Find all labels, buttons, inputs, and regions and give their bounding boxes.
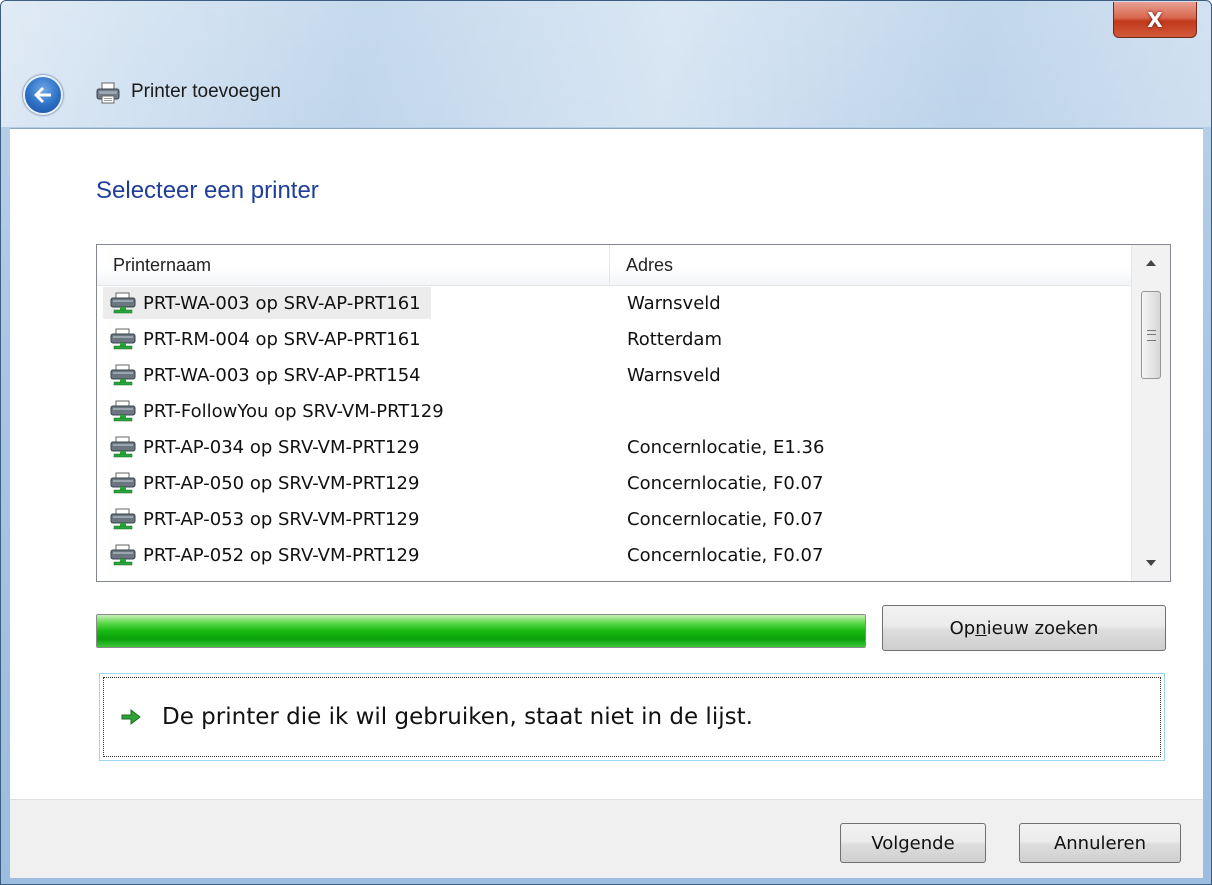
scroll-down-icon bbox=[1146, 560, 1156, 566]
table-row[interactable]: PRT-AP-052 op SRV-VM-PRT129 Concernlocati… bbox=[97, 537, 1131, 573]
printer-address-cell: Warnsveld bbox=[627, 287, 721, 319]
network-printer-icon bbox=[110, 292, 136, 314]
progress-fill bbox=[97, 615, 865, 647]
rescan-button[interactable]: Op n ieuw zoeken bbox=[882, 605, 1166, 651]
printer-address-cell: Concernlocatie, F0.07 bbox=[627, 503, 823, 535]
printer-not-listed-text: De printer die ik wil gebruiken, staat n… bbox=[162, 704, 753, 730]
back-button[interactable] bbox=[23, 75, 63, 115]
printer-name-cell: PRT-RM-004 op SRV-AP-PRT161 bbox=[103, 323, 431, 355]
vertical-scrollbar[interactable] bbox=[1131, 245, 1170, 581]
printer-name-cell: PRT-AP-053 op SRV-VM-PRT129 bbox=[103, 503, 429, 535]
printer-address: Concernlocatie, F0.07 bbox=[627, 508, 824, 530]
table-row[interactable]: PRT-WA-003 op SRV-AP-PRT154 Warnsveld bbox=[97, 357, 1131, 393]
printer-address: Concernlocatie, E1.36 bbox=[627, 436, 825, 458]
network-printer-icon bbox=[110, 544, 136, 566]
focus-rect: De printer die ik wil gebruiken, staat n… bbox=[103, 677, 1161, 757]
printer-name: PRT-AP-052 op SRV-VM-PRT129 bbox=[143, 544, 420, 566]
scroll-up-icon bbox=[1146, 260, 1156, 266]
list-rows: PRT-WA-003 op SRV-AP-PRT161 Warnsveld PRT-… bbox=[97, 285, 1131, 573]
printer-address: Concernlocatie, F0.07 bbox=[627, 472, 824, 494]
green-arrow-icon bbox=[121, 708, 141, 726]
printer-name: PRT-RM-004 op SRV-AP-PRT161 bbox=[143, 328, 421, 350]
printer-icon bbox=[96, 82, 120, 104]
table-row[interactable]: PRT-AP-034 op SRV-VM-PRT129 Concernlocati… bbox=[97, 429, 1131, 465]
printer-name: PRT-AP-050 op SRV-VM-PRT129 bbox=[143, 472, 420, 494]
printer-address: Rotterdam bbox=[627, 328, 722, 350]
printer-address-cell: Warnsveld bbox=[627, 359, 721, 391]
printer-address: Concernlocatie, F0.07 bbox=[627, 544, 824, 566]
printer-address-cell: Concernlocatie, E1.36 bbox=[627, 431, 824, 463]
printer-list[interactable]: Printernaam Adres PRT-WA-003 op SRV-AP-P… bbox=[96, 244, 1171, 582]
column-header-printername[interactable]: Printernaam bbox=[97, 245, 610, 285]
printer-name: PRT-WA-003 op SRV-AP-PRT154 bbox=[143, 364, 421, 386]
printer-name: PRT-WA-003 op SRV-AP-PRT161 bbox=[143, 292, 421, 314]
close-button[interactable]: X bbox=[1113, 2, 1197, 38]
close-icon: X bbox=[1147, 7, 1163, 32]
table-row[interactable]: PRT-AP-053 op SRV-VM-PRT129 Concernlocati… bbox=[97, 501, 1131, 537]
printer-name: PRT-AP-034 op SRV-VM-PRT129 bbox=[143, 436, 420, 458]
page-title: Selecteer een printer bbox=[96, 177, 319, 204]
printer-address-cell: Rotterdam bbox=[627, 323, 722, 355]
printer-not-listed-link[interactable]: De printer die ik wil gebruiken, staat n… bbox=[99, 673, 1165, 761]
rescan-label-post: ieuw zoeken bbox=[986, 617, 1099, 639]
window-frame: X Printer toevoegen Selecteer een printe… bbox=[0, 0, 1212, 885]
rescan-label-pre: Op bbox=[949, 617, 976, 639]
search-progress-bar bbox=[96, 614, 866, 648]
scroll-down-button[interactable] bbox=[1132, 545, 1170, 581]
wizard-content: Selecteer een printer Printernaam Adres … bbox=[10, 128, 1203, 799]
printer-address: Warnsveld bbox=[627, 364, 721, 386]
network-printer-icon bbox=[110, 508, 136, 530]
table-row[interactable]: PRT-RM-004 op SRV-AP-PRT161 Rotterdam bbox=[97, 321, 1131, 357]
network-printer-icon bbox=[110, 328, 136, 350]
printer-name-cell: PRT-AP-052 op SRV-VM-PRT129 bbox=[103, 539, 429, 571]
scroll-up-button[interactable] bbox=[1132, 245, 1170, 281]
printer-name-cell: PRT-WA-003 op SRV-AP-PRT161 bbox=[103, 287, 431, 319]
scrollbar-thumb[interactable] bbox=[1141, 291, 1161, 379]
cancel-button[interactable]: Annuleren bbox=[1019, 823, 1181, 863]
printer-address-cell: Concernlocatie, F0.07 bbox=[627, 467, 823, 499]
wizard-footer: Volgende Annuleren bbox=[10, 799, 1203, 878]
column-header-address[interactable]: Adres bbox=[610, 245, 1131, 285]
printer-name-cell: PRT-FollowYou op SRV-VM-PRT129 bbox=[103, 395, 454, 427]
window-title: Printer toevoegen bbox=[131, 81, 281, 102]
network-printer-icon bbox=[110, 400, 136, 422]
list-header: Printernaam Adres bbox=[97, 245, 1131, 286]
rescan-label-accel: n bbox=[975, 617, 987, 639]
network-printer-icon bbox=[110, 472, 136, 494]
next-button[interactable]: Volgende bbox=[840, 823, 986, 863]
printer-address: Warnsveld bbox=[627, 292, 721, 314]
table-row[interactable]: PRT-FollowYou op SRV-VM-PRT129 bbox=[97, 393, 1131, 429]
printer-name-cell: PRT-AP-050 op SRV-VM-PRT129 bbox=[103, 467, 429, 499]
network-printer-icon bbox=[110, 364, 136, 386]
grip-icon bbox=[1146, 329, 1156, 341]
printer-address-cell: Concernlocatie, F0.07 bbox=[627, 539, 823, 571]
printer-name: PRT-AP-053 op SRV-VM-PRT129 bbox=[143, 508, 420, 530]
printer-name-cell: PRT-AP-034 op SRV-VM-PRT129 bbox=[103, 431, 429, 463]
printer-name: PRT-FollowYou op SRV-VM-PRT129 bbox=[143, 400, 444, 422]
printer-name-cell: PRT-WA-003 op SRV-AP-PRT154 bbox=[103, 359, 431, 391]
back-arrow-icon bbox=[34, 87, 51, 103]
network-printer-icon bbox=[110, 436, 136, 458]
table-row[interactable]: PRT-AP-050 op SRV-VM-PRT129 Concernlocati… bbox=[97, 465, 1131, 501]
table-row[interactable]: PRT-WA-003 op SRV-AP-PRT161 Warnsveld bbox=[97, 285, 1131, 321]
